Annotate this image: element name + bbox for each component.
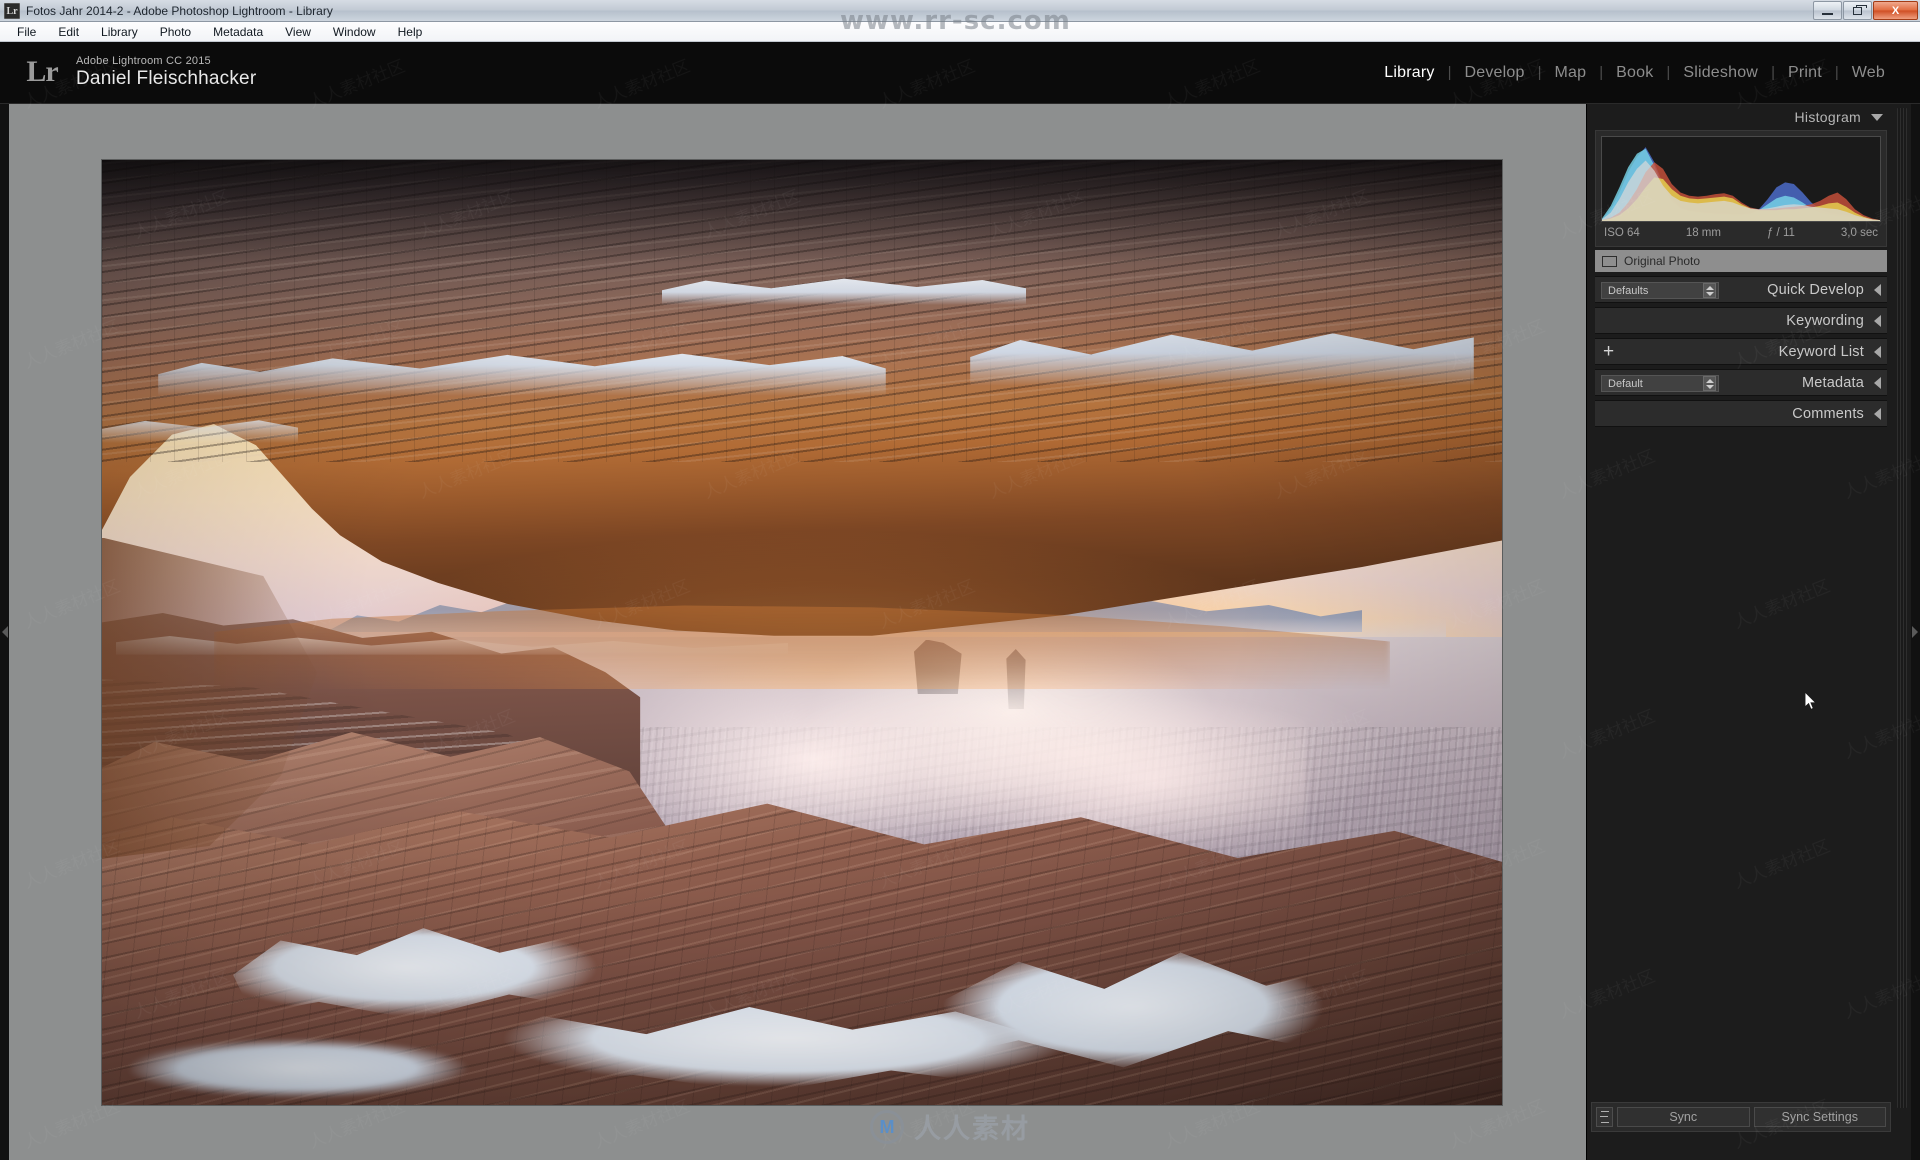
- histogram-title: Histogram: [1794, 109, 1861, 125]
- identity-text: Adobe Lightroom CC 2015 Daniel Fleischha…: [76, 55, 256, 89]
- menu-metadata[interactable]: Metadata: [202, 23, 274, 41]
- chevron-up-icon: [1705, 285, 1714, 290]
- menu-edit[interactable]: Edit: [47, 23, 90, 41]
- module-develop[interactable]: Develop: [1451, 64, 1537, 82]
- histogram-exif-row: ISO 64 18 mm ƒ / 11 3,0 sec: [1601, 222, 1881, 241]
- sync-button[interactable]: Sync: [1617, 1107, 1750, 1127]
- right-panel: Histogram ISO 64 18 mm ƒ / 11 3,0 sec Or…: [1586, 104, 1911, 1160]
- window-titlebar: Lr Fotos Jahr 2014-2 - Adobe Photoshop L…: [0, 0, 1920, 22]
- exif-focal: 18 mm: [1685, 227, 1721, 239]
- panel-expand-right-icon[interactable]: [1912, 626, 1918, 638]
- right-edge-strip[interactable]: [1911, 104, 1920, 1160]
- menubar: File Edit Library Photo Metadata View Wi…: [0, 22, 1920, 42]
- restore-button[interactable]: [1843, 1, 1872, 20]
- module-library[interactable]: Library: [1371, 64, 1447, 82]
- chevron-left-icon[interactable]: [1874, 283, 1881, 296]
- module-map[interactable]: Map: [1542, 64, 1600, 82]
- quick-develop-preset-value: Defaults: [1608, 284, 1649, 297]
- lightroom-window: Lr Fotos Jahr 2014-2 - Adobe Photoshop L…: [0, 0, 1920, 1160]
- photo-snow-patch-bottom: [130, 1038, 494, 1105]
- panel-row-comments[interactable]: Comments: [1595, 400, 1887, 427]
- lightroom-logo: Lr: [26, 55, 58, 89]
- menu-help[interactable]: Help: [387, 23, 434, 41]
- loupe-view[interactable]: [9, 104, 1595, 1160]
- sync-settings-button[interactable]: Sync Settings: [1753, 1107, 1886, 1127]
- window-title: Fotos Jahr 2014-2 - Adobe Photoshop Ligh…: [26, 3, 333, 18]
- module-topbar: Lr Adobe Lightroom CC 2015 Daniel Fleisc…: [0, 42, 1920, 104]
- menu-window[interactable]: Window: [322, 23, 387, 41]
- histogram-svg: [1602, 147, 1880, 221]
- original-photo-label: Original Photo: [1624, 254, 1701, 268]
- chevron-down-icon: [1705, 384, 1714, 389]
- menu-library[interactable]: Library: [90, 23, 149, 41]
- add-keyword-button[interactable]: +: [1603, 342, 1614, 361]
- restore-icon: [1853, 4, 1867, 15]
- chevron-up-icon: [1705, 378, 1714, 383]
- close-button[interactable]: X: [1873, 1, 1918, 20]
- metadata-preset-value: Default: [1608, 377, 1643, 390]
- chevron-left-icon[interactable]: [1874, 376, 1881, 389]
- original-photo-row[interactable]: Original Photo: [1595, 250, 1887, 272]
- menu-photo[interactable]: Photo: [149, 23, 202, 41]
- panel-row-keywording[interactable]: Keywording: [1595, 307, 1887, 334]
- minimize-icon: [1822, 12, 1833, 15]
- histogram-series-luminance: [1602, 160, 1880, 221]
- minimize-button[interactable]: [1813, 1, 1842, 20]
- chevron-left-icon[interactable]: [1874, 345, 1881, 358]
- auto-sync-toggle-icon[interactable]: [1596, 1107, 1613, 1127]
- module-book[interactable]: Book: [1603, 64, 1666, 82]
- chevron-down-icon: [1705, 291, 1714, 296]
- panel-title-comments: Comments: [1792, 405, 1864, 422]
- menu-file[interactable]: File: [6, 23, 47, 41]
- metadata-preset-select[interactable]: Default: [1601, 375, 1719, 392]
- identity-plate[interactable]: Lr Adobe Lightroom CC 2015 Daniel Fleisc…: [0, 55, 256, 89]
- sync-footer: Sync Sync Settings: [1591, 1102, 1891, 1132]
- mesa-arch-sunrise-photo[interactable]: [102, 159, 1502, 1105]
- stepper-icon[interactable]: [1703, 283, 1716, 298]
- right-panel-content: Histogram ISO 64 18 mm ƒ / 11 3,0 sec Or…: [1593, 104, 1889, 427]
- chevron-down-icon[interactable]: [1871, 113, 1883, 121]
- identity-user: Daniel Fleischhacker: [76, 67, 257, 89]
- chevron-left-icon[interactable]: [1874, 407, 1881, 420]
- panel-row-metadata[interactable]: Default Metadata: [1595, 369, 1887, 396]
- panel-title-keywording: Keywording: [1786, 312, 1864, 329]
- module-print[interactable]: Print: [1775, 64, 1835, 82]
- lightroom-app: Lr Adobe Lightroom CC 2015 Daniel Fleisc…: [0, 42, 1920, 1160]
- rectangle-icon[interactable]: [1602, 255, 1617, 267]
- module-slideshow[interactable]: Slideshow: [1670, 64, 1771, 82]
- exif-iso: ISO 64: [1604, 227, 1640, 239]
- panel-title-keyword-list: Keyword List: [1778, 343, 1864, 360]
- exif-aperture: ƒ / 11: [1766, 227, 1795, 239]
- panel-row-quick-develop[interactable]: Defaults Quick Develop: [1595, 276, 1887, 303]
- photo-arch-shadow: [102, 159, 1502, 264]
- panel-title-metadata: Metadata: [1801, 374, 1864, 391]
- app-icon: Lr: [4, 2, 20, 19]
- left-panel-collapsed-strip[interactable]: [0, 104, 9, 1160]
- content-area: Histogram ISO 64 18 mm ƒ / 11 3,0 sec Or…: [0, 104, 1920, 1160]
- module-web[interactable]: Web: [1839, 64, 1898, 82]
- histogram-plot[interactable]: [1601, 136, 1881, 222]
- quick-develop-preset-select[interactable]: Defaults: [1601, 282, 1719, 299]
- histogram-header[interactable]: Histogram: [1593, 104, 1889, 130]
- histogram-panel: ISO 64 18 mm ƒ / 11 3,0 sec: [1595, 130, 1887, 247]
- chevron-left-icon[interactable]: [1874, 314, 1881, 327]
- stepper-icon[interactable]: [1703, 376, 1716, 391]
- panel-expand-left-icon[interactable]: [2, 626, 8, 638]
- window-controls: X: [1813, 1, 1918, 20]
- panel-title-quick-develop: Quick Develop: [1767, 281, 1864, 298]
- menu-view[interactable]: View: [274, 23, 322, 41]
- exif-shutter: 3,0 sec: [1840, 227, 1878, 239]
- panel-row-keyword-list[interactable]: + Keyword List: [1595, 338, 1887, 365]
- module-picker: Library | Develop | Map | Book | Slidesh…: [1371, 64, 1920, 82]
- identity-product: Adobe Lightroom CC 2015: [76, 55, 211, 68]
- right-panel-scrollbar[interactable]: [1897, 108, 1907, 1108]
